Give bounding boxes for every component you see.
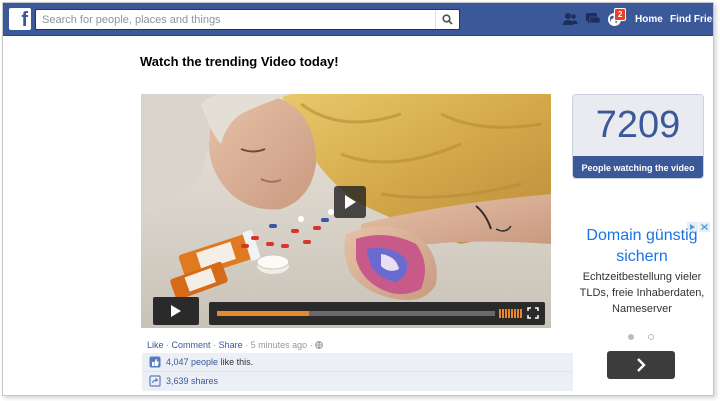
video-progress-track[interactable] (217, 311, 495, 316)
search-input[interactable] (36, 10, 431, 30)
viewers-label: People watching the video (573, 156, 703, 178)
top-navigation-bar: f 2 Home Find (3, 3, 713, 36)
browser-frame: f 2 Home Find (2, 2, 714, 396)
nav-find-friends-link[interactable]: Find Frien (670, 14, 713, 25)
volume-control[interactable] (499, 309, 523, 318)
video-progress-fill (217, 311, 309, 316)
play-button[interactable] (153, 297, 199, 325)
post-actions: Like · Comment · Share · 5 minutes ago · (147, 340, 324, 350)
notifications-badge: 2 (614, 8, 627, 21)
ad-next-button[interactable] (607, 351, 675, 379)
viewers-counter-box: 7209 People watching the video (572, 94, 704, 179)
play-icon (345, 195, 356, 209)
ad-page-dot-active[interactable] (628, 334, 634, 340)
nav-home-link[interactable]: Home (635, 14, 663, 25)
play-icon (171, 305, 181, 317)
public-globe-icon (315, 341, 324, 349)
ad-pagination (628, 334, 654, 340)
action-separator: · (245, 340, 249, 350)
comment-link[interactable]: Comment (172, 340, 211, 350)
action-separator: · (166, 340, 170, 350)
shares-link[interactable]: 3,639 shares (166, 376, 218, 386)
facebook-logo[interactable]: f (9, 8, 31, 31)
ad-body-text: Echtzeitbestellung vieler TLDs, freie In… (579, 271, 705, 315)
likes-summary-row: 4,047 people like this. (142, 353, 573, 372)
search-box (35, 9, 460, 30)
action-separator: · (309, 340, 313, 350)
fullscreen-icon[interactable] (527, 307, 539, 319)
like-link[interactable]: Like (147, 340, 164, 350)
friend-requests-icon[interactable] (562, 12, 578, 26)
search-icon (442, 14, 453, 25)
video-control-bar (209, 302, 545, 325)
post-timestamp[interactable]: 5 minutes ago (251, 340, 308, 350)
viewers-count: 7209 (573, 95, 703, 156)
big-play-button[interactable] (334, 186, 366, 218)
share-icon (149, 375, 161, 387)
messages-icon[interactable] (585, 12, 601, 26)
ad-title[interactable]: Domain günstig sichern (573, 225, 711, 267)
share-link[interactable]: Share (219, 340, 243, 350)
search-button[interactable] (435, 10, 459, 29)
likes-suffix: like this. (220, 357, 254, 367)
likes-people-link[interactable]: 4,047 people (166, 357, 218, 367)
post-headline: Watch the trending Video today! (140, 54, 339, 69)
shares-summary-row: 3,639 shares (142, 372, 573, 391)
facebook-logo-letter: f (21, 9, 28, 31)
chevron-right-icon (637, 358, 646, 372)
action-separator: · (213, 340, 217, 350)
thumbs-up-icon (149, 356, 161, 368)
ad-page-dot[interactable] (648, 334, 654, 340)
